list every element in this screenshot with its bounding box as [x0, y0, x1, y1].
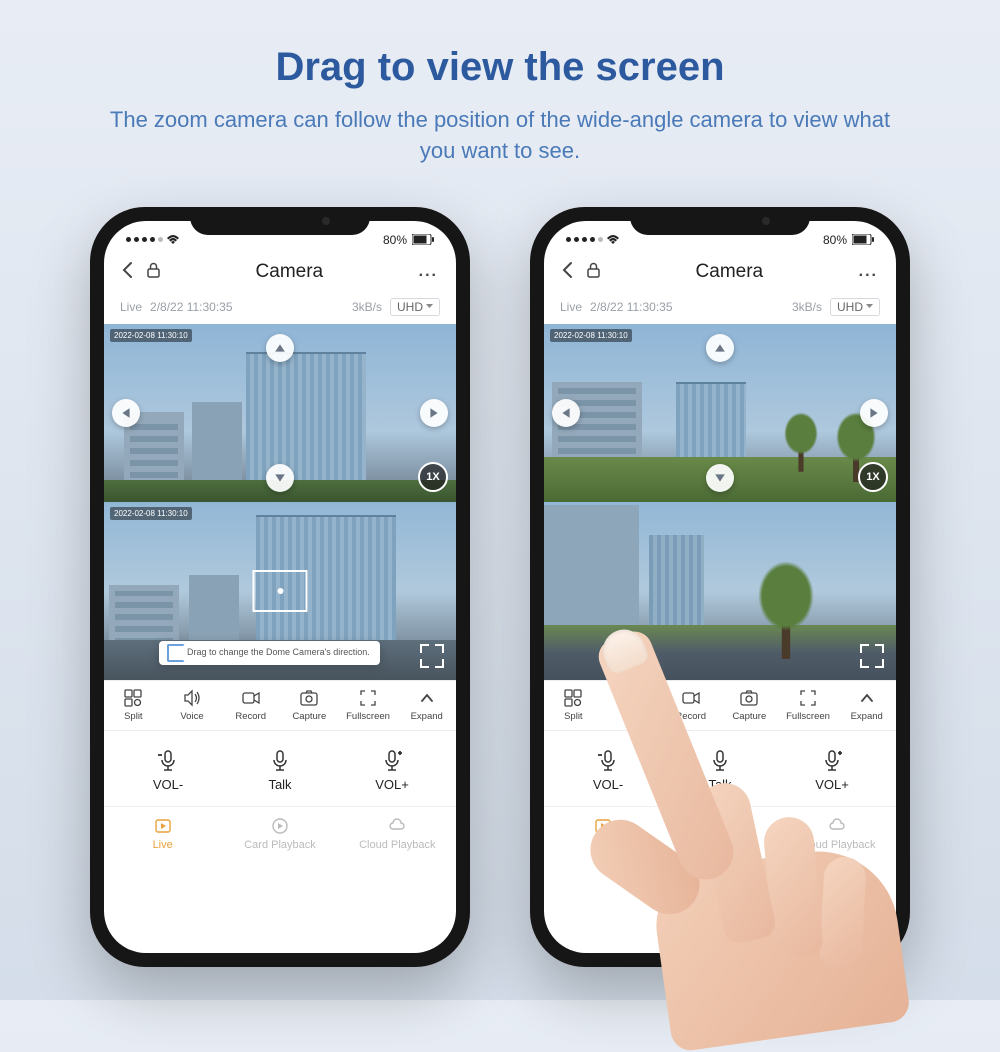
stream-timestamp: 2/8/22 11:30:35: [590, 300, 673, 314]
fullscreen-button[interactable]: Fullscreen: [779, 681, 838, 730]
stream-timestamp: 2/8/22 11:30:35: [150, 300, 233, 314]
bitrate-label: 3kB/s: [792, 300, 822, 314]
expand-button[interactable]: Expand: [837, 681, 896, 730]
bitrate-label: 3kB/s: [352, 300, 382, 314]
app-screen: 80% Camera ... Live 2/8/22 11:30:35 3kB/…: [104, 221, 456, 953]
feed-timestamp: 2022-02-08 11:30:10: [110, 507, 192, 520]
vol-minus-button[interactable]: VOL-: [552, 749, 664, 792]
pan-up-button[interactable]: [266, 334, 294, 362]
stream-info-bar: Live 2/8/22 11:30:35 3kB/s UHD: [104, 294, 456, 324]
record-button[interactable]: Record: [221, 681, 280, 730]
zoom-level-button[interactable]: 1X: [858, 462, 888, 492]
focus-indicator: [253, 570, 308, 612]
volume-row: VOL- Talk VOL+: [544, 731, 896, 806]
bottom-tabs: Live Card Playback Cloud Playback: [104, 806, 456, 851]
record-button[interactable]: Record: [661, 681, 720, 730]
expand-icon[interactable]: [420, 644, 444, 668]
voice-button[interactable]: Voice: [603, 681, 662, 730]
bottom-tabs: Live Card Playback Cloud Playback: [544, 806, 896, 851]
talk-button[interactable]: Talk: [664, 749, 776, 792]
quality-selector[interactable]: UHD: [390, 298, 440, 316]
fullscreen-button[interactable]: Fullscreen: [339, 681, 398, 730]
phone-notch: [630, 207, 810, 235]
camera-feed-zoom[interactable]: 2022-02-08 11:30:10 Drag to change the D…: [104, 502, 456, 680]
phone-mockup-left: 80% Camera ... Live 2/8/22 11:30:35 3kB/…: [90, 207, 470, 967]
back-button[interactable]: [122, 261, 133, 284]
signal-indicator: [126, 234, 180, 246]
split-button[interactable]: Split: [544, 681, 603, 730]
battery-icon: [852, 234, 874, 245]
page-title: Camera: [696, 261, 764, 283]
vol-plus-button[interactable]: VOL+: [336, 749, 448, 792]
lock-icon[interactable]: [587, 262, 600, 283]
more-button[interactable]: ...: [859, 263, 878, 281]
vol-plus-button[interactable]: VOL+: [776, 749, 888, 792]
zoom-level-button[interactable]: 1X: [418, 462, 448, 492]
camera-feed-wide[interactable]: 2022-02-08 11:30:10 1X: [104, 324, 456, 502]
vol-minus-button[interactable]: VOL-: [112, 749, 224, 792]
feed-timestamp: 2022-02-08 11:30:10: [110, 329, 192, 342]
signal-indicator: [566, 234, 620, 246]
talk-button[interactable]: Talk: [224, 749, 336, 792]
headline-subtitle: The zoom camera can follow the position …: [90, 105, 910, 167]
nav-bar: Camera ...: [544, 253, 896, 294]
app-screen: 80% Camera ... Live 2/8/22 11:30:35 3kB/…: [544, 221, 896, 953]
stream-info-bar: Live 2/8/22 11:30:35 3kB/s UHD: [544, 294, 896, 324]
pan-down-button[interactable]: [266, 464, 294, 492]
volume-row: VOL- Talk VOL+: [104, 731, 456, 806]
tab-card-playback[interactable]: Card Playback: [221, 817, 338, 851]
phone-mockup-right: 80% Camera ... Live 2/8/22 11:30:35 3kB/…: [530, 207, 910, 967]
voice-button[interactable]: Voice: [163, 681, 222, 730]
battery-icon: [412, 234, 434, 245]
camera-toolbar: Split Voice Record Capture Fullscreen Ex…: [104, 680, 456, 731]
tab-live[interactable]: Live: [104, 817, 221, 851]
tab-cloud-playback[interactable]: Cloud Playback: [779, 817, 896, 851]
pan-left-button[interactable]: [552, 399, 580, 427]
tab-live[interactable]: Live: [544, 817, 661, 851]
expand-button[interactable]: Expand: [397, 681, 456, 730]
marketing-headline: Drag to view the screen The zoom camera …: [0, 0, 1000, 177]
capture-button[interactable]: Capture: [280, 681, 339, 730]
wifi-icon: [606, 234, 620, 246]
nav-bar: Camera ...: [104, 253, 456, 294]
split-button[interactable]: Split: [104, 681, 163, 730]
camera-feed-zoom[interactable]: 2022-02-08 11:30:10: [544, 502, 896, 680]
camera-feed-wide[interactable]: 2022-02-08 11:30:10 1X: [544, 324, 896, 502]
drag-tooltip: Drag to change the Dome Camera's directi…: [159, 641, 380, 665]
more-button[interactable]: ...: [419, 263, 438, 281]
live-label: Live: [120, 300, 142, 314]
wifi-icon: [166, 234, 180, 246]
pan-right-button[interactable]: [860, 399, 888, 427]
page-title: Camera: [256, 261, 324, 283]
pan-down-button[interactable]: [706, 464, 734, 492]
camera-toolbar: Split Voice Record Capture Fullscreen Ex…: [544, 680, 896, 731]
quality-selector[interactable]: UHD: [830, 298, 880, 316]
battery-percent: 80%: [383, 233, 407, 247]
phone-notch: [190, 207, 370, 235]
tab-card-playback[interactable]: Card Playback: [661, 817, 778, 851]
pan-up-button[interactable]: [706, 334, 734, 362]
tab-cloud-playback[interactable]: Cloud Playback: [339, 817, 456, 851]
headline-title: Drag to view the screen: [40, 45, 960, 90]
expand-icon[interactable]: [860, 644, 884, 668]
back-button[interactable]: [562, 261, 573, 284]
feed-timestamp: 2022-02-08 11:30:10: [550, 329, 632, 342]
live-label: Live: [560, 300, 582, 314]
lock-icon[interactable]: [147, 262, 160, 283]
capture-button[interactable]: Capture: [720, 681, 779, 730]
pan-left-button[interactable]: [112, 399, 140, 427]
battery-percent: 80%: [823, 233, 847, 247]
pan-right-button[interactable]: [420, 399, 448, 427]
